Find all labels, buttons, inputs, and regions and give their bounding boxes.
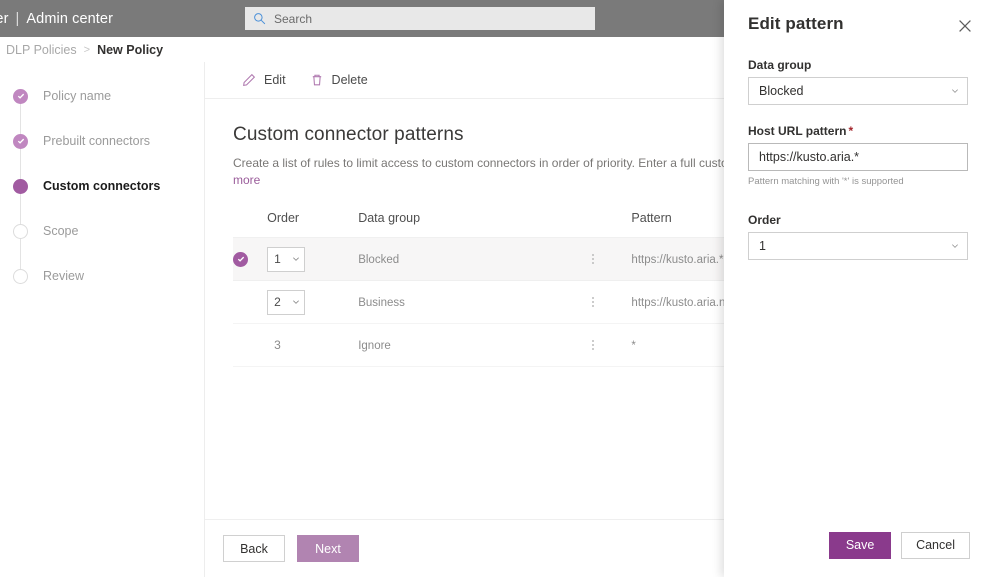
delete-button-label: Delete: [331, 73, 368, 87]
row-selected-check-icon[interactable]: [233, 251, 248, 267]
step-current-icon: [13, 178, 28, 194]
suite-title-divider: |: [15, 10, 20, 27]
row-overflow-menu-icon[interactable]: [586, 297, 600, 307]
row-select-cell[interactable]: [233, 323, 268, 367]
page-description-text: Create a list of rules to limit access t…: [233, 156, 806, 170]
wizard-step-custom-connectors[interactable]: Custom connectors: [13, 177, 160, 195]
search-icon: [254, 13, 266, 25]
delete-button[interactable]: Delete: [301, 65, 377, 95]
search-input[interactable]: Search: [245, 7, 595, 30]
breadcrumb-separator-icon: >: [83, 43, 91, 56]
row-overflow-menu-icon[interactable]: [586, 340, 600, 350]
chevron-down-icon: [293, 300, 300, 304]
order-dropdown[interactable]: 2: [267, 289, 306, 315]
wizard-step-review[interactable]: Review: [13, 267, 84, 285]
row-actions-cell[interactable]: [585, 237, 632, 281]
chevron-down-icon: [952, 89, 958, 93]
wizard-step-policy-name[interactable]: Policy name: [13, 87, 111, 105]
order-value: 1: [759, 239, 766, 253]
breadcrumb-current: New Policy: [97, 42, 164, 57]
row-pattern-value: https://kusto.aria.net/: [631, 297, 739, 309]
suite-app-name: Admin center: [26, 10, 114, 27]
wizard-step-label: Prebuilt connectors: [43, 134, 151, 148]
table-header-data-group: Data group: [358, 211, 586, 238]
panel-footer: Save Cancel: [724, 513, 992, 577]
chevron-down-icon: [293, 257, 300, 261]
wizard-step-prebuilt-connectors[interactable]: Prebuilt connectors: [13, 132, 150, 150]
row-data-group-cell: Blocked: [358, 237, 586, 281]
row-pattern-value: *: [631, 340, 636, 352]
host-url-value: https://kusto.aria.*: [759, 150, 860, 164]
panel-body: Data group Blocked Host URL pattern * htt…: [724, 35, 992, 260]
order-dropdown-value: 1: [274, 252, 281, 266]
back-button[interactable]: Back: [223, 535, 285, 562]
row-select-cell[interactable]: [233, 237, 268, 281]
wizard-step-label: Custom connectors: [43, 179, 161, 193]
cancel-button[interactable]: Cancel: [901, 531, 970, 559]
order-dropdown[interactable]: 1: [267, 246, 306, 272]
wizard-step-label: Scope: [43, 224, 79, 238]
next-button[interactable]: Next: [297, 535, 359, 562]
pencil-icon: [243, 73, 256, 86]
row-order-cell[interactable]: 2: [267, 280, 359, 324]
required-marker: *: [848, 124, 854, 138]
row-pattern-value: https://kusto.aria.*: [631, 254, 724, 266]
row-order-cell[interactable]: 1: [267, 237, 359, 281]
row-data-group-cell: Business: [358, 280, 586, 324]
row-actions-cell[interactable]: [585, 323, 632, 367]
step-complete-icon: [13, 88, 28, 104]
suite-title-clipped: in center: [0, 10, 9, 27]
table-header-select: [233, 211, 268, 238]
data-group-value: Blocked: [759, 84, 804, 98]
save-button[interactable]: Save: [829, 531, 892, 559]
table-header-order: Order: [267, 211, 359, 238]
wizard-step-label: Policy name: [43, 89, 112, 103]
order-field: Order 1: [748, 213, 968, 260]
step-complete-icon: [13, 133, 28, 149]
wizard-step-rail: Policy name Prebuilt connectors Custom c…: [0, 62, 205, 577]
panel-title: Edit pattern: [748, 14, 844, 33]
data-group-label: Data group: [748, 58, 812, 72]
order-dropdown-value: 2: [274, 295, 281, 309]
wizard-step-scope[interactable]: Scope: [13, 222, 78, 240]
row-order-cell: 3: [267, 323, 359, 367]
search-placeholder: Search: [274, 11, 313, 26]
row-actions-cell[interactable]: [585, 280, 632, 324]
wizard-step-label: Review: [43, 269, 84, 283]
order-label: Order: [748, 213, 781, 227]
chevron-down-icon: [952, 244, 958, 248]
breadcrumb-parent[interactable]: DLP Policies: [6, 43, 77, 57]
panel-header: Edit pattern: [724, 0, 992, 35]
table-header-actions: [585, 211, 632, 238]
edit-button[interactable]: Edit: [233, 65, 295, 95]
step-pending-icon: [13, 268, 28, 284]
data-group-field: Data group Blocked: [748, 58, 968, 105]
close-icon[interactable]: [956, 17, 974, 35]
trash-icon: [312, 74, 321, 86]
host-url-label: Host URL pattern *: [748, 124, 968, 138]
step-pending-icon: [13, 223, 28, 239]
host-url-hint: Pattern matching with '*' is supported: [748, 176, 904, 187]
row-order-value: 3: [274, 338, 281, 352]
row-select-cell[interactable]: [233, 280, 268, 324]
row-overflow-menu-icon[interactable]: [586, 254, 600, 264]
row-data-group-value: Blocked: [358, 254, 400, 266]
row-data-group-cell: Ignore: [358, 323, 586, 367]
row-data-group-value: Ignore: [358, 340, 391, 352]
order-dropdown[interactable]: 1: [748, 232, 968, 260]
host-url-label-text: Host URL pattern: [748, 124, 847, 138]
edit-pattern-panel: Edit pattern Data group Blocked Host URL…: [724, 0, 992, 577]
learn-more-link[interactable]: more: [233, 173, 260, 187]
suite-title: in center | Admin center: [0, 11, 113, 27]
edit-button-label: Edit: [264, 73, 286, 87]
row-data-group-value: Business: [358, 297, 405, 309]
data-group-dropdown[interactable]: Blocked: [748, 77, 968, 105]
host-url-input[interactable]: https://kusto.aria.*: [748, 143, 968, 171]
host-url-field: Host URL pattern * https://kusto.aria.* P…: [748, 124, 968, 187]
